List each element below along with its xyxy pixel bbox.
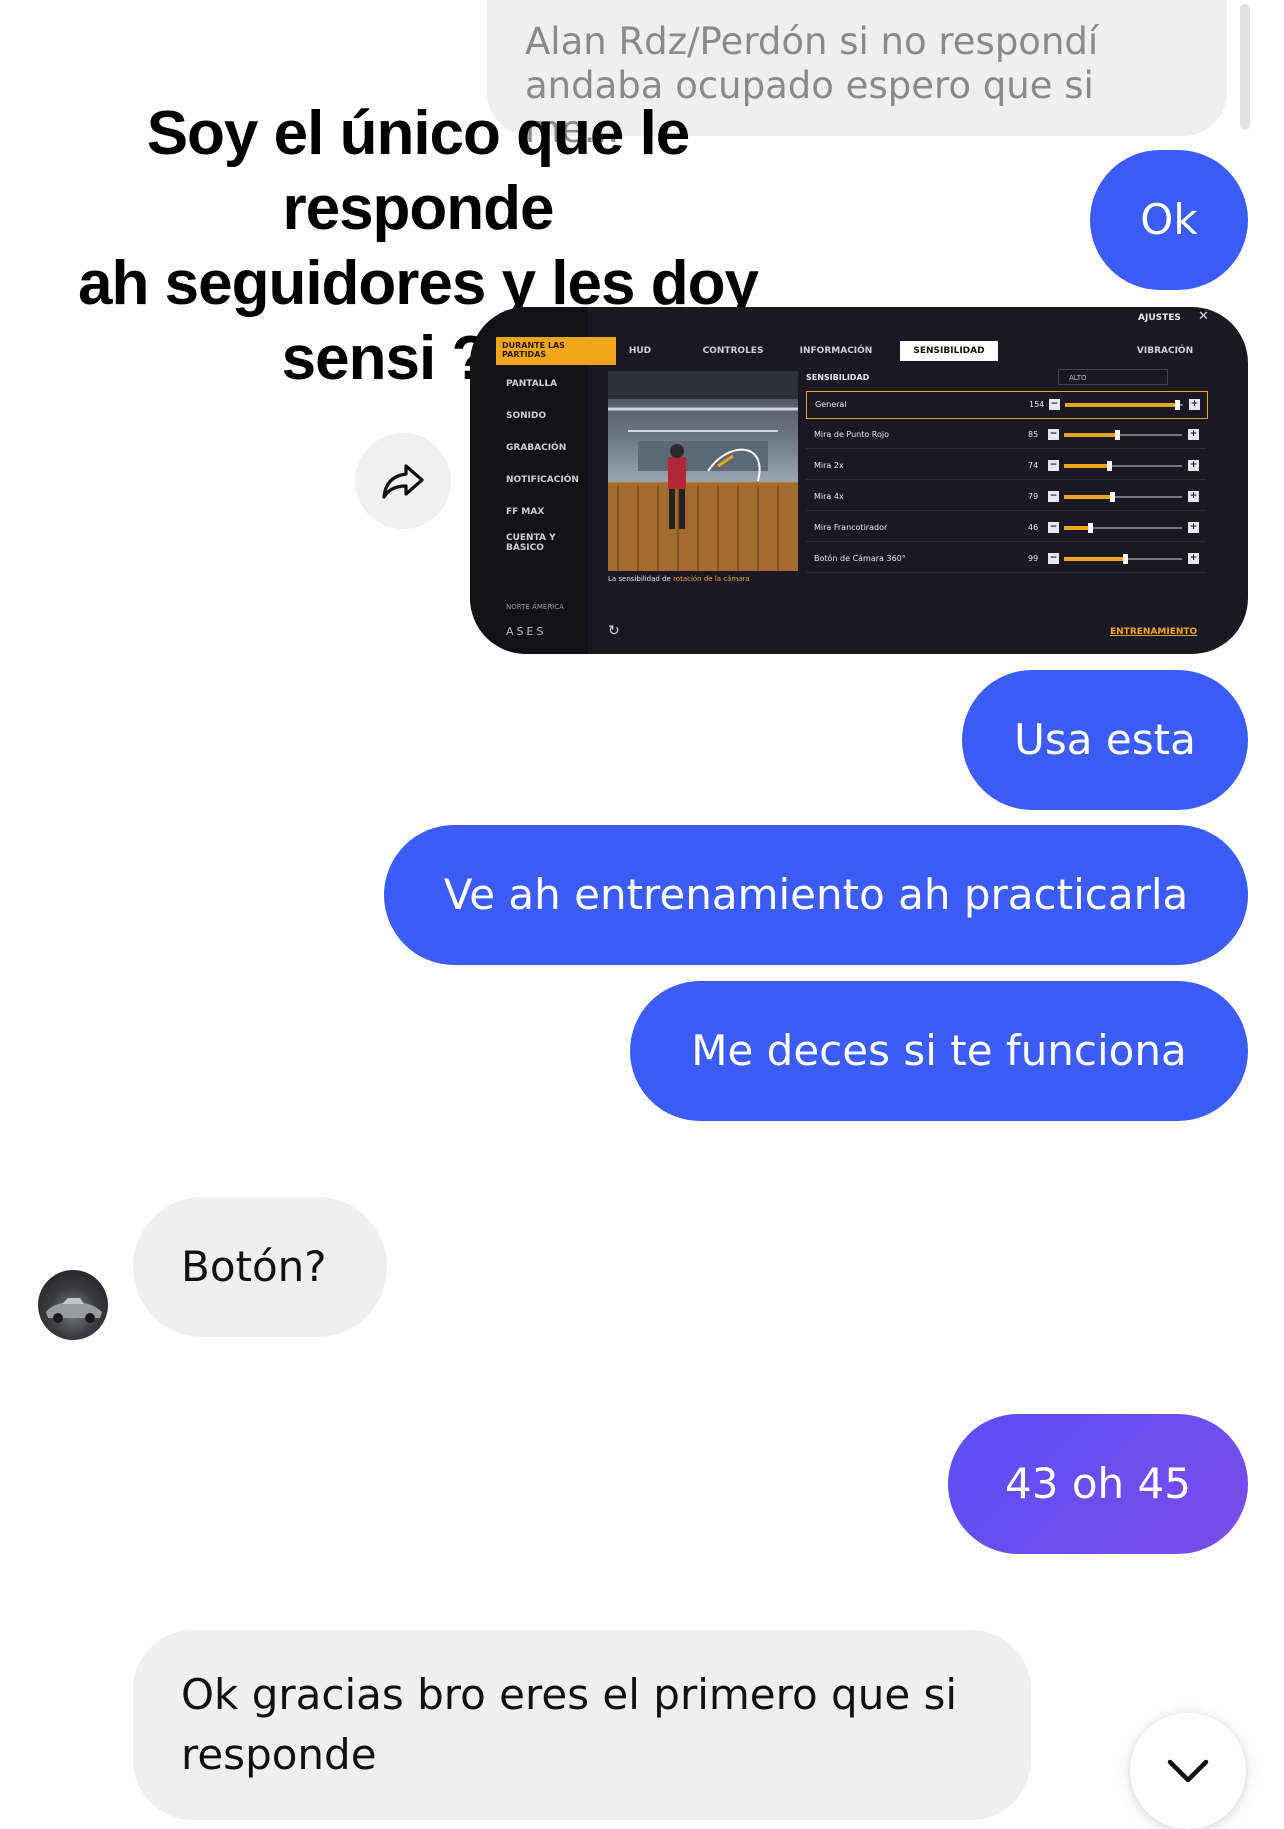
close-icon: ✕ bbox=[1198, 309, 1209, 324]
slider-fill bbox=[1064, 464, 1109, 468]
slider-knob bbox=[1087, 523, 1093, 533]
sensitivity-slider bbox=[1064, 554, 1182, 564]
sensitivity-row: Mira Francotirador 46− + bbox=[806, 515, 1206, 542]
slider-fill bbox=[1064, 433, 1118, 437]
game-side-item: SONIDO bbox=[506, 411, 547, 421]
message-usa-esta-text: Usa esta bbox=[1014, 715, 1196, 764]
sensitivity-row: Mira de Punto Rojo 85− + bbox=[806, 422, 1206, 449]
sensitivity-value: 79 bbox=[1028, 492, 1039, 501]
sensitivity-row: General 154− + bbox=[806, 391, 1208, 419]
message-funciona-text: Me deces si te funciona bbox=[691, 1026, 1187, 1075]
slider-fill bbox=[1065, 403, 1178, 407]
sensitivity-row: Botón de Cámara 360° 99− + bbox=[806, 546, 1206, 573]
game-training-link: ENTRENAMIENTO bbox=[1110, 627, 1198, 637]
message-ok-text: Ok bbox=[1140, 195, 1198, 244]
game-note: La sensibilidad de rotación de la cámara bbox=[608, 575, 808, 583]
message-gracias[interactable]: Ok gracias bro eres el primero que si re… bbox=[133, 1630, 1031, 1820]
game-note-highlight: rotación de la cámara bbox=[673, 575, 750, 583]
plus-icon: + bbox=[1188, 429, 1199, 440]
sensitivity-slider bbox=[1064, 430, 1182, 440]
game-tab bbox=[1010, 341, 1100, 361]
message-numbers[interactable]: 43 oh 45 bbox=[948, 1414, 1248, 1554]
sensitivity-label: Mira 2x bbox=[814, 461, 844, 470]
sensitivity-value: 99 bbox=[1028, 554, 1039, 563]
slider-knob bbox=[1106, 461, 1112, 471]
message-usa-esta[interactable]: Usa esta bbox=[962, 670, 1248, 810]
sensitivity-value: 154 bbox=[1029, 400, 1045, 409]
sensitivity-slider bbox=[1065, 400, 1183, 410]
slider-fill bbox=[1064, 526, 1090, 530]
scroll-down-button[interactable] bbox=[1130, 1713, 1246, 1829]
message-numbers-text: 43 oh 45 bbox=[1005, 1459, 1191, 1508]
slider-fill bbox=[1064, 495, 1113, 499]
message-boton-text: Botón? bbox=[181, 1242, 327, 1291]
game-side-item: GRABACIÓN bbox=[506, 443, 567, 453]
game-tab: HUD bbox=[628, 346, 652, 356]
game-preview-image bbox=[608, 371, 798, 571]
game-note-text: La sensibilidad de bbox=[608, 575, 674, 583]
message-gracias-text: Ok gracias bro eres el primero que si re… bbox=[181, 1670, 958, 1779]
game-side-item: CUENTA Y BÁSICO bbox=[506, 533, 556, 553]
sensitivity-label: Botón de Cámara 360° bbox=[814, 554, 906, 563]
game-region: NORTE AMÉRICA bbox=[506, 603, 564, 611]
sensitivity-row: Mira 2x 74− + bbox=[806, 453, 1206, 480]
reset-icon: ↻ bbox=[608, 623, 620, 639]
caption-line-1: Soy el único que le responde bbox=[146, 99, 691, 243]
share-button[interactable] bbox=[355, 433, 451, 529]
minus-icon: − bbox=[1048, 491, 1059, 502]
sensitivity-label: General bbox=[815, 400, 847, 409]
minus-icon: − bbox=[1048, 522, 1059, 533]
scrollbar[interactable] bbox=[1240, 4, 1250, 130]
sensitivity-value: 74 bbox=[1028, 461, 1039, 470]
minus-icon: − bbox=[1049, 399, 1060, 410]
plus-icon: + bbox=[1188, 491, 1199, 502]
plus-icon: + bbox=[1189, 399, 1200, 410]
slider-knob bbox=[1123, 554, 1129, 564]
sensitivity-label: Mira Francotirador bbox=[814, 523, 888, 532]
sensitivity-row: Mira 4x 79− + bbox=[806, 484, 1206, 511]
game-side-active: DURANTE LAS PARTIDAS bbox=[496, 337, 616, 365]
minus-icon: − bbox=[1048, 429, 1059, 440]
plus-icon: + bbox=[1188, 460, 1199, 471]
sensitivity-label: Mira 4x bbox=[814, 492, 844, 501]
sensitivity-slider bbox=[1064, 461, 1182, 471]
sensitivity-slider bbox=[1064, 492, 1182, 502]
minus-icon: − bbox=[1048, 460, 1059, 471]
sensitivity-slider bbox=[1064, 523, 1182, 533]
avatar[interactable] bbox=[38, 1270, 108, 1340]
game-title: AJUSTES bbox=[1138, 313, 1181, 323]
message-entrenamiento[interactable]: Ve ah entrenamiento ah practicarla bbox=[384, 825, 1248, 965]
slider-fill bbox=[1064, 557, 1126, 561]
game-side-item: PANTALLA bbox=[506, 379, 558, 389]
chevron-down-icon bbox=[1167, 1759, 1209, 1783]
game-tabs: HUD CONTROLES INFORMACIÓN SENSIBILIDAD V… bbox=[600, 341, 1240, 361]
game-tab-active: SENSIBILIDAD bbox=[900, 341, 998, 361]
training-scene-icon bbox=[608, 371, 798, 571]
game-tab: VIBRACIÓN bbox=[1136, 346, 1194, 356]
game-brand: ASES bbox=[506, 625, 547, 638]
message-entrenamiento-text: Ve ah entrenamiento ah practicarla bbox=[443, 870, 1189, 919]
plus-icon: + bbox=[1188, 522, 1199, 533]
sensitivity-value: 46 bbox=[1028, 523, 1039, 532]
game-preset-select: ALTO bbox=[1058, 369, 1168, 385]
car-avatar-icon bbox=[46, 1298, 102, 1323]
share-arrow-icon bbox=[382, 464, 424, 499]
caption-line-3: sensi ? bbox=[281, 324, 490, 393]
message-ok[interactable]: Ok bbox=[1090, 150, 1248, 290]
game-side-item: NOTIFICACIÓN bbox=[506, 475, 579, 485]
message-funciona[interactable]: Me deces si te funciona bbox=[630, 981, 1248, 1121]
game-section-title: SENSIBILIDAD bbox=[806, 373, 870, 382]
game-tab: CONTROLES bbox=[702, 346, 764, 356]
minus-icon: − bbox=[1048, 553, 1059, 564]
shared-screenshot[interactable]: DURANTE LAS PARTIDAS PANTALLA SONIDO GRA… bbox=[470, 307, 1248, 654]
game-tab: INFORMACIÓN bbox=[799, 346, 873, 356]
message-boton[interactable]: Botón? bbox=[133, 1197, 387, 1337]
slider-knob bbox=[1110, 492, 1116, 502]
sensitivity-value: 85 bbox=[1028, 430, 1039, 439]
plus-icon: + bbox=[1188, 553, 1199, 564]
sensitivity-label: Mira de Punto Rojo bbox=[814, 430, 890, 439]
slider-knob bbox=[1115, 430, 1121, 440]
game-side-item: FF MAX bbox=[506, 507, 545, 517]
slider-knob bbox=[1175, 400, 1181, 410]
